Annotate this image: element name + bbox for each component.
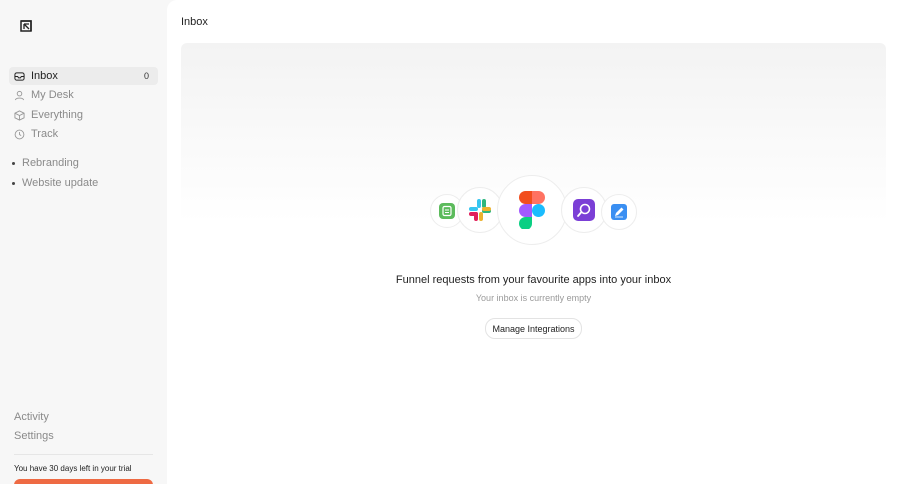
user-icon	[14, 90, 25, 101]
inbox-count-badge: 0	[143, 71, 149, 81]
main-panel: Inbox Funnel requests from your favourit…	[167, 0, 900, 484]
empty-state-title: Funnel requests from your favourite apps…	[395, 274, 672, 286]
logo-icon[interactable]	[18, 18, 34, 34]
project-item-website-update[interactable]: Website update	[12, 177, 98, 189]
sidebar-item-label: Inbox	[31, 70, 58, 82]
project-label: Rebranding	[22, 157, 79, 169]
green-app-icon	[439, 203, 455, 219]
sidebar-item-label: Track	[31, 128, 59, 140]
settings-link[interactable]: Settings	[14, 430, 54, 442]
sidebar-item-track[interactable]: Track	[9, 125, 158, 143]
slack-icon	[469, 199, 491, 221]
divider	[14, 454, 153, 455]
empty-state-subtitle: Your inbox is currently empty	[475, 293, 592, 303]
activity-link[interactable]: Activity	[14, 411, 49, 423]
project-item-rebranding[interactable]: Rebranding	[12, 157, 79, 169]
sidebar: Inbox 0 My Desk Everything Track Rebrand…	[0, 0, 167, 484]
blue-pencil-app-icon	[611, 204, 627, 220]
inbox-icon	[14, 71, 25, 82]
page-title: Inbox	[181, 16, 208, 28]
integration-circle	[497, 175, 567, 245]
box-icon	[14, 109, 25, 121]
clock-icon	[14, 129, 25, 140]
upgrade-button[interactable]	[14, 479, 153, 484]
bullet-dot	[12, 161, 15, 165]
integration-circle	[601, 194, 637, 230]
manage-integrations-button[interactable]: Manage Integrations	[485, 318, 582, 339]
sidebar-item-everything[interactable]: Everything	[9, 106, 158, 124]
bullet-dot	[12, 181, 15, 185]
figma-icon	[519, 191, 545, 229]
sidebar-item-inbox[interactable]: Inbox 0	[9, 67, 158, 85]
trial-notice: You have 30 days left in your trial	[14, 464, 132, 473]
sidebar-item-label: My Desk	[31, 89, 74, 101]
purple-app-icon	[573, 199, 595, 221]
sidebar-item-label: Everything	[31, 109, 83, 121]
sidebar-item-my-desk[interactable]: My Desk	[9, 86, 158, 104]
project-label: Website update	[22, 177, 99, 189]
